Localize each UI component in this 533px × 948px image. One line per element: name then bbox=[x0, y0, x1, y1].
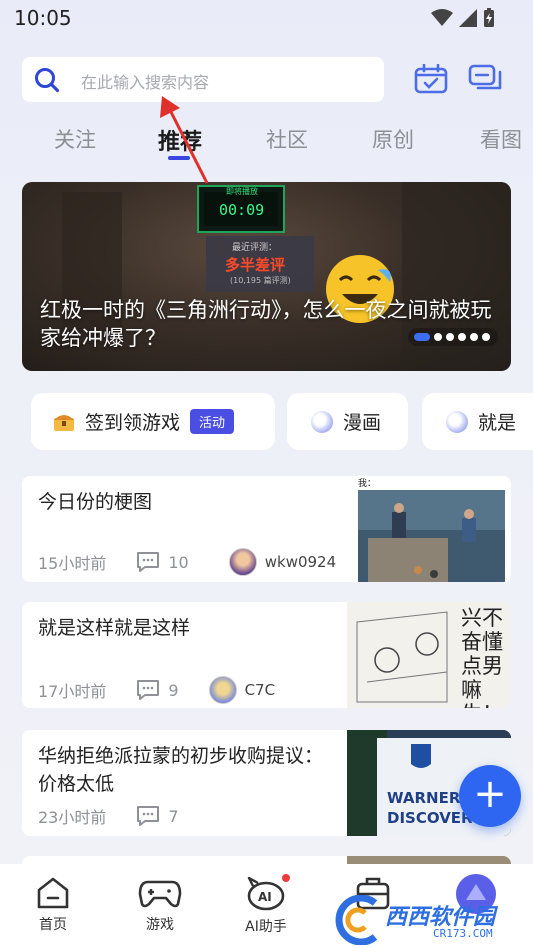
feed-card[interactable]: 就是这样就是这样 17小时前 9 C7C 兴不奋懂点男嘛生！的 bbox=[22, 602, 511, 708]
carousel-dot bbox=[446, 333, 454, 341]
card-thumbnail: 兴不奋懂点男嘛生！的 bbox=[347, 602, 511, 708]
comment-count: 7 bbox=[136, 805, 179, 827]
author[interactable]: wkw0924 bbox=[228, 548, 337, 576]
feed-card[interactable]: 今日份的梗图 15小时前 10 wkw0924 我： bbox=[22, 476, 511, 582]
tab-recommend[interactable]: 推荐 bbox=[158, 124, 202, 156]
post-time: 17小时前 bbox=[38, 682, 107, 701]
comment-icon bbox=[137, 552, 160, 572]
battery-icon bbox=[484, 8, 494, 27]
tab-follow[interactable]: 关注 bbox=[54, 124, 96, 154]
status-bar: 10:05 bbox=[0, 0, 533, 36]
signal-icon bbox=[459, 9, 477, 27]
nav-label: 首页 bbox=[39, 917, 67, 933]
thumb-text: 兴不奋懂点男嘛生！的 bbox=[461, 606, 503, 708]
comment-icon bbox=[137, 680, 160, 700]
tab-bar: 关注 推荐 社区 原创 看图 bbox=[0, 124, 533, 164]
banner-timer: 00:09 bbox=[219, 201, 265, 219]
avatar bbox=[228, 548, 257, 576]
nav-label: 游戏 bbox=[146, 917, 174, 933]
create-post-button[interactable]: + bbox=[459, 765, 521, 827]
nav-games[interactable]: 游戏 bbox=[120, 876, 200, 934]
tab-active-indicator bbox=[168, 156, 190, 160]
bubble-icon bbox=[446, 410, 468, 433]
card-title: 就是这样就是这样 bbox=[38, 617, 191, 639]
search-input[interactable]: 在此输入搜索内容 bbox=[22, 57, 384, 102]
notification-dot bbox=[282, 874, 290, 882]
quick-tag-checkin[interactable]: 签到领游戏 活动 bbox=[31, 393, 275, 450]
carousel-dot-active bbox=[414, 333, 430, 341]
carousel-dot bbox=[434, 333, 442, 341]
home-icon bbox=[37, 877, 69, 909]
calendar-check-icon[interactable] bbox=[414, 64, 448, 94]
banner-screen-header: 即将播放 bbox=[226, 187, 258, 196]
comment-icon bbox=[137, 806, 160, 826]
nav-home[interactable]: 首页 bbox=[13, 876, 93, 934]
quick-tag-label: 就是 bbox=[478, 412, 517, 434]
feed-card[interactable]: 华纳拒绝派拉蒙的初步收购提议：价格太低 23小时前 7 WARNER BR DI… bbox=[22, 730, 511, 836]
quick-tag-label: 漫画 bbox=[343, 412, 382, 434]
card-meta: 17小时前 9 C7C bbox=[38, 676, 275, 704]
status-icons bbox=[431, 8, 495, 28]
banner-review-count: (10,195 篇评测) bbox=[230, 276, 291, 285]
comment-count-value: 7 bbox=[168, 806, 179, 826]
quick-tag-comics[interactable]: 漫画 bbox=[287, 393, 408, 450]
bubble-icon bbox=[311, 410, 333, 433]
quick-tag-label: 签到领游戏 bbox=[85, 412, 181, 434]
comment-count-value: 9 bbox=[168, 680, 179, 700]
treasure-chest-icon bbox=[54, 414, 74, 431]
quick-tag-more[interactable]: 就是 bbox=[422, 393, 533, 450]
banner-carousel[interactable]: 即将播放 00:09 最近评测： 多半差评 (10,195 篇评测) 红极一时的… bbox=[22, 182, 511, 371]
site-watermark: 西西软件园 CR173.COM bbox=[333, 893, 533, 948]
search-icon bbox=[35, 68, 60, 93]
card-meta: 23小时前 7 bbox=[38, 804, 179, 828]
nav-label: AI助手 bbox=[245, 919, 287, 935]
carousel-indicator bbox=[408, 328, 498, 346]
avatar bbox=[208, 676, 237, 704]
nav-ai-assistant[interactable]: AI AI助手 bbox=[226, 874, 306, 936]
gamepad-icon bbox=[138, 880, 182, 908]
comment-count-value: 10 bbox=[168, 552, 189, 572]
thumb-image bbox=[347, 602, 459, 708]
wifi-icon bbox=[431, 9, 453, 26]
thumb-caption: 我： bbox=[358, 479, 377, 489]
post-time: 23小时前 bbox=[38, 808, 107, 827]
carousel-dot bbox=[458, 333, 466, 341]
tab-pictures[interactable]: 看图 bbox=[480, 124, 533, 154]
banner-review-value: 多半差评 bbox=[225, 256, 286, 274]
watermark-sub: CR173.COM bbox=[433, 927, 493, 940]
ai-assistant-icon: AI bbox=[247, 876, 285, 911]
post-time: 15小时前 bbox=[38, 554, 107, 573]
card-title: 华纳拒绝派拉蒙的初步收购提议：价格太低 bbox=[38, 745, 324, 795]
card-title: 今日份的梗图 bbox=[38, 491, 153, 513]
thumb-image bbox=[358, 490, 505, 582]
author-name: wkw0924 bbox=[264, 553, 337, 571]
status-time: 10:05 bbox=[14, 6, 72, 30]
watermark-logo-icon bbox=[335, 895, 378, 945]
carousel-dot bbox=[482, 333, 490, 341]
author[interactable]: C7C bbox=[208, 676, 276, 704]
tab-original[interactable]: 原创 bbox=[372, 124, 414, 154]
message-icon[interactable] bbox=[468, 64, 502, 94]
comment-count: 10 bbox=[136, 551, 189, 573]
card-meta: 15小时前 10 wkw0924 bbox=[38, 548, 336, 576]
banner-review-label: 最近评测： bbox=[232, 243, 278, 253]
author-name: C7C bbox=[244, 681, 276, 699]
search-placeholder: 在此输入搜索内容 bbox=[81, 73, 210, 92]
comment-count: 9 bbox=[136, 679, 179, 701]
activity-badge: 活动 bbox=[190, 409, 235, 434]
card-thumbnail: 我： bbox=[356, 476, 511, 582]
svg-text:AI: AI bbox=[258, 890, 272, 904]
carousel-dot bbox=[470, 333, 478, 341]
tab-community[interactable]: 社区 bbox=[266, 124, 308, 154]
